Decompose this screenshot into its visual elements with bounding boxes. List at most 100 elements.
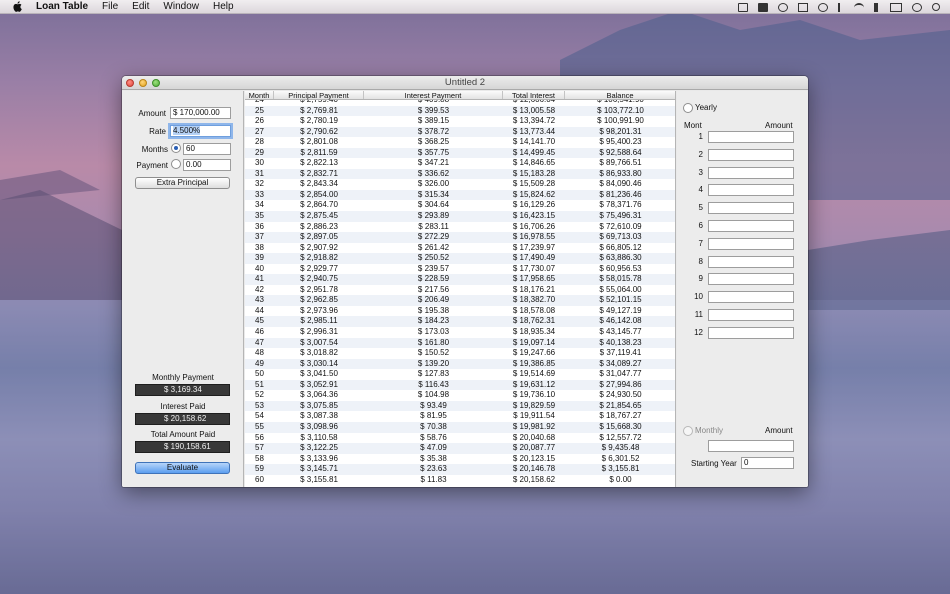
month-amount-field[interactable] [708, 237, 794, 250]
table-row[interactable]: 27 $ 2,790.62 $ 378.72 $ 13,773.44 $ 98,201.… [245, 126, 675, 138]
spotlight-search-icon[interactable] [932, 3, 940, 11]
month-amount-field[interactable] [708, 291, 794, 304]
window-menu[interactable]: Window [163, 1, 199, 12]
monthly-radio[interactable] [683, 426, 693, 436]
table-cell: $ 31,047.77 [599, 369, 642, 379]
table-row[interactable]: 57 $ 3,122.25 $ 47.09 $ 20,087.77 $ 9,435.48 [245, 443, 675, 454]
month-amount-field[interactable] [708, 309, 794, 321]
table-row[interactable]: 29 $ 2,811.59 $ 357.75 $ 14,499.45 $ 92,588.… [245, 147, 675, 159]
principal-column-header[interactable]: Principal Payment [274, 91, 364, 100]
table-cell: $ 293.89 [417, 211, 450, 221]
table-row[interactable]: 58 $ 3,133.96 $ 35.38 $ 20,123.15 $ 6,301.52 [245, 454, 675, 465]
volume-icon[interactable] [874, 2, 880, 12]
table-row[interactable]: 40 $ 2,929.77 $ 239.57 $ 17,730.07 $ 60,956.… [245, 264, 675, 275]
table-cell: 47 [255, 337, 264, 347]
table-row[interactable]: 49 $ 3,030.14 $ 139.20 $ 19,386.85 $ 34,089.… [245, 358, 675, 370]
month-amount-field[interactable] [708, 166, 794, 179]
table-row[interactable]: 38 $ 2,907.92 $ 261.42 $ 17,239.97 $ 66,805.… [245, 242, 675, 254]
table-row[interactable]: 44 $ 2,973.96 $ 195.38 $ 18,578.08 $ 49,127.… [245, 305, 675, 317]
table-row[interactable]: 45 $ 2,985.11 $ 184.23 $ 18,762.31 $ 46,142.… [245, 316, 675, 328]
table-row[interactable]: 25 $ 2,769.81 $ 399.53 $ 13,005.58 $ 103,772… [245, 105, 675, 117]
table-row[interactable]: 30 $ 2,822.13 $ 347.21 $ 14,846.65 $ 89,766.… [245, 158, 675, 169]
table-row[interactable]: 47 $ 3,007.54 $ 161.80 $ 19,097.14 $ 40,138.… [245, 337, 675, 349]
window-titlebar[interactable]: Untitled 2 [122, 76, 808, 90]
table-row[interactable]: 39 $ 2,918.82 $ 250.52 $ 17,490.49 $ 63,886.… [245, 253, 675, 264]
monthly-amount-field[interactable] [708, 440, 794, 452]
table-row[interactable]: 51 $ 3,052.91 $ 116.43 $ 19,631.12 $ 27,994.… [245, 379, 675, 391]
time-machine-icon[interactable] [818, 2, 828, 12]
interest-column-header[interactable]: Interest Payment [364, 91, 503, 100]
table-row[interactable]: 33 $ 2,854.00 $ 315.34 $ 15,824.62 $ 81,236.… [245, 189, 675, 201]
starting-year-field[interactable]: 0 [741, 457, 794, 469]
amortization-table[interactable]: 24$ 2,759.40$ 409.88$ 12,606.04$ 106,541… [245, 91, 676, 487]
yearly-label: Yearly [695, 103, 717, 112]
chat-bubble-icon[interactable] [778, 2, 788, 12]
apple-menu-icon[interactable] [13, 1, 23, 12]
table-row[interactable]: 50 $ 3,041.50 $ 127.83 $ 19,514.69 $ 31,047.… [245, 369, 675, 380]
total-interest-column-header[interactable]: Total Interest [503, 91, 565, 100]
rate-field[interactable]: 4.500% [170, 125, 231, 137]
month-amount-field[interactable] [708, 131, 794, 143]
month-amount-field[interactable] [708, 184, 794, 197]
payment-field[interactable]: 0.00 [183, 159, 231, 171]
table-row[interactable]: 31 $ 2,832.71 $ 336.62 $ 15,183.28 $ 86,933.… [245, 168, 675, 180]
month-column-header[interactable]: Month [245, 91, 274, 100]
screen-share-icon[interactable] [738, 2, 748, 12]
extra-principal-button[interactable]: Extra Principal [135, 177, 230, 189]
table-row[interactable]: 35 $ 2,875.45 $ 293.89 $ 16,423.15 $ 75,496.… [245, 211, 675, 222]
month-amount-field[interactable] [708, 273, 794, 286]
table-cell: $ 3,007.54 [300, 337, 338, 347]
bluetooth-icon[interactable] [838, 2, 844, 12]
table-row[interactable]: 60 $ 3,155.81 $ 11.83 $ 20,158.62 $ 0.00 [245, 474, 675, 486]
month-amount-field[interactable] [708, 255, 794, 268]
monthly-label: Monthly [695, 426, 724, 435]
app-menu[interactable]: Loan Table [36, 1, 88, 12]
table-row[interactable]: 52 $ 3,064.36 $ 104.98 $ 19,736.10 $ 24,930.… [245, 390, 675, 401]
table-cell: 43 [255, 295, 264, 305]
table-row[interactable]: 53 $ 3,075.85 $ 93.49 $ 19,829.59 $ 21,854.6… [245, 400, 675, 412]
table-row[interactable]: 34 $ 2,864.70 $ 304.64 $ 16,129.26 $ 78,371.… [245, 200, 675, 211]
table-row[interactable]: 46 $ 2,996.31 $ 173.03 $ 18,935.34 $ 43,145.… [245, 327, 675, 338]
table-row[interactable]: 36 $ 2,886.23 $ 283.11 $ 16,706.26 $ 72,610.… [245, 221, 675, 233]
table-row[interactable]: 43 $ 2,962.85 $ 206.49 $ 18,382.70 $ 52,101.… [245, 295, 675, 306]
months-radio[interactable] [171, 143, 181, 153]
table-row[interactable]: 41 $ 2,940.75 $ 228.59 $ 17,958.65 $ 58,015.… [245, 274, 675, 285]
table-cell: $ 3,122.25 [300, 443, 338, 453]
table-cell: 60 [255, 474, 264, 484]
table-row[interactable]: 28 $ 2,801.08 $ 368.25 $ 14,141.70 $ 95,400.… [245, 137, 675, 148]
wifi-icon[interactable] [854, 2, 864, 12]
months-field[interactable]: 60 [183, 143, 231, 155]
table-row[interactable]: 55 $ 3,098.96 $ 70.38 $ 19,981.92 $ 15,668.3… [245, 421, 675, 433]
balance-column-header[interactable]: Balance [565, 91, 675, 100]
edit-menu[interactable]: Edit [132, 1, 149, 12]
table-cell: $ 261.42 [417, 242, 450, 252]
table-cell: $ 195.38 [417, 305, 450, 315]
month-amount-field[interactable] [708, 148, 794, 161]
table-row[interactable]: 42 $ 2,951.78 $ 217.56 $ 18,176.21 $ 55,064.… [245, 285, 675, 296]
month-amount-field[interactable] [708, 326, 794, 339]
table-cell: $ 283.11 [418, 221, 449, 231]
payment-radio[interactable] [171, 159, 181, 169]
table-row[interactable]: 54 $ 3,087.38 $ 81.95 $ 19,911.54 $ 18,767.2… [245, 411, 675, 422]
rate-label: Rate [149, 127, 166, 136]
display-icon[interactable] [798, 2, 808, 12]
file-menu[interactable]: File [102, 1, 118, 12]
table-row[interactable]: 48 $ 3,018.82 $ 150.52 $ 19,247.66 $ 37,119.… [245, 348, 675, 359]
table-cell: $ 40,138.23 [599, 337, 642, 347]
yearly-radio[interactable] [683, 103, 693, 113]
amount-field[interactable]: $ 170,000.00 [170, 107, 231, 119]
battery-icon[interactable] [890, 2, 902, 12]
user-icon[interactable] [912, 2, 922, 12]
month-amount-field[interactable] [708, 220, 794, 232]
month-number-label: 9 [698, 274, 703, 284]
month-number-label: 10 [694, 292, 703, 302]
table-row[interactable]: 26 $ 2,780.19 $ 389.15 $ 13,394.72 $ 100,991… [245, 116, 675, 127]
battery-monitor-icon[interactable] [758, 2, 768, 12]
table-row[interactable]: 59 $ 3,145.71 $ 23.63 $ 20,146.78 $ 3,155.81 [245, 464, 675, 475]
table-row[interactable]: 37 $ 2,897.05 $ 272.29 $ 16,978.55 $ 69,713.… [245, 232, 675, 243]
month-amount-field[interactable] [708, 202, 794, 215]
help-menu[interactable]: Help [213, 1, 234, 12]
table-row[interactable]: 32 $ 2,843.34 $ 326.00 $ 15,509.28 $ 84,090.… [245, 179, 675, 190]
evaluate-button[interactable]: Evaluate [135, 462, 230, 474]
table-row[interactable]: 56 $ 3,110.58 $ 58.76 $ 20,040.68 $ 12,557.7… [245, 433, 675, 444]
